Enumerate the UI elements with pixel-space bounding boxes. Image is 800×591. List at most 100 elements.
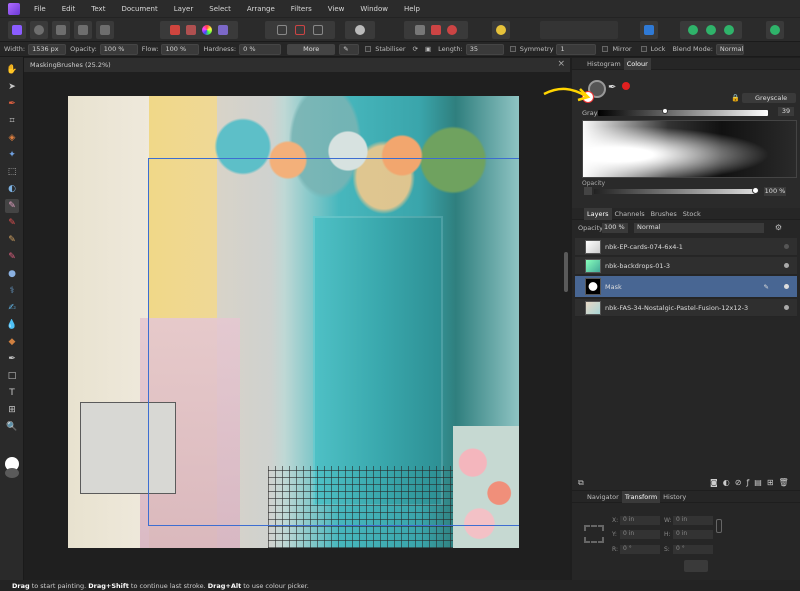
affinity-photo-logo-icon[interactable]	[8, 2, 20, 15]
hardness-field[interactable]: 0 %	[239, 43, 282, 55]
layer-action-buttons[interactable]: ◙◐⊘ƒ▤⊞🗑	[710, 478, 794, 487]
layer-row[interactable]: nbk-FAS-34-Nostalgic-Pastel-Fusion-12x12…	[575, 299, 797, 317]
text-tool-icon[interactable]: T	[5, 386, 19, 400]
h-field[interactable]: 0 in	[673, 530, 713, 539]
menu-document[interactable]: Document	[113, 5, 165, 13]
layer-row[interactable]: nbk-EP-cards-074-6x4-1	[575, 238, 797, 256]
liquify-persona-button[interactable]	[30, 21, 48, 39]
layers-blend-dropdown[interactable]: Normal	[634, 223, 764, 233]
arrange-buttons-group[interactable]	[540, 21, 618, 39]
secondary-colour-swatch[interactable]	[5, 468, 19, 478]
layer-visibility-dot[interactable]	[784, 305, 789, 310]
menu-view[interactable]: View	[320, 5, 353, 13]
account-button[interactable]	[766, 21, 784, 39]
layer-visibility-dot[interactable]	[784, 263, 789, 268]
layer-options-icon[interactable]: ⧉	[578, 478, 584, 488]
crop-tool-icon[interactable]: ⌗	[5, 114, 19, 128]
layers-opacity-field[interactable]: 100 %	[602, 223, 628, 233]
mirror-checkbox[interactable]	[602, 46, 609, 52]
move-tool-icon[interactable]: ➤	[5, 80, 19, 94]
y-field[interactable]: 0 in	[620, 530, 660, 539]
layer-visibility-dot[interactable]	[784, 284, 789, 289]
canvas-area[interactable]	[24, 72, 570, 580]
grey-picker-area[interactable]	[582, 120, 797, 178]
width-field[interactable]: 1536 px	[28, 43, 67, 55]
rope-mode-icon[interactable]: ⟳	[413, 45, 418, 53]
artwork-canvas[interactable]	[68, 96, 519, 548]
colour-opacity-knob[interactable]	[752, 187, 759, 194]
snapping-buttons-group[interactable]	[404, 21, 468, 39]
r-field[interactable]: 0 °	[620, 545, 660, 554]
live-filter-icon[interactable]: ⊘	[735, 478, 747, 487]
insert-target-button[interactable]	[640, 21, 658, 39]
tab-history[interactable]: History	[660, 493, 689, 501]
tab-navigator[interactable]: Navigator	[584, 493, 622, 501]
brush-preset-button[interactable]: ✎	[339, 43, 360, 55]
document-tab[interactable]: MaskingBrushes (25.2%) ×	[24, 58, 570, 72]
assistant-button[interactable]	[492, 21, 510, 39]
clone-brush-tool-icon[interactable]: ✎	[5, 250, 19, 264]
layer-row-selected[interactable]: Mask ✎	[575, 276, 797, 298]
colour-opacity-field[interactable]: 100 %	[764, 187, 786, 196]
studio-buttons-group[interactable]	[680, 21, 742, 39]
flood-select-tool-icon[interactable]: ✦	[5, 148, 19, 162]
layer-visibility-dot[interactable]	[784, 244, 789, 249]
tab-channels[interactable]: Channels	[612, 210, 648, 218]
paint-brush-tool-icon[interactable]: ✎	[5, 199, 19, 213]
delete-layer-icon[interactable]: 🗑	[779, 478, 794, 487]
gray-slider[interactable]	[598, 108, 768, 116]
transform-options-button[interactable]	[684, 560, 708, 572]
length-field[interactable]: 35	[465, 43, 504, 55]
adjustment-buttons-group[interactable]	[160, 21, 238, 39]
export-persona-button[interactable]	[96, 21, 114, 39]
gray-value-field[interactable]: 39	[778, 107, 794, 116]
layers-settings-gear-icon[interactable]: ⚙	[775, 223, 782, 232]
mesh-warp-tool-icon[interactable]: ⊞	[5, 403, 19, 417]
gray-slider-knob[interactable]	[661, 108, 668, 114]
tab-layers[interactable]: Layers	[584, 207, 612, 220]
menu-filters[interactable]: Filters	[283, 5, 320, 13]
w-field[interactable]: 0 in	[673, 516, 713, 525]
s-field[interactable]: 0 °	[673, 545, 713, 554]
layer-row[interactable]: nbk-backdrops-01-3	[575, 257, 797, 275]
colour-picker-tool-icon[interactable]: ✒	[5, 97, 19, 111]
tab-colour[interactable]: Colour	[623, 57, 651, 70]
pen-tool-icon[interactable]: ✒	[5, 352, 19, 366]
x-field[interactable]: 0 in	[620, 516, 660, 525]
tab-histogram[interactable]: Histogram	[584, 60, 624, 68]
menu-arrange[interactable]: Arrange	[239, 5, 283, 13]
colour-opacity-slider[interactable]	[594, 187, 759, 194]
menu-file[interactable]: File	[26, 5, 54, 13]
symmetry-count-field[interactable]: 1	[556, 43, 597, 55]
more-button[interactable]: More	[287, 43, 336, 55]
colour-picker-icon[interactable]: ✒	[608, 82, 616, 93]
selection-mode-dropdown[interactable]	[345, 21, 375, 39]
link-aspect-icon[interactable]	[716, 519, 722, 533]
canvas-vertical-scrollbar[interactable]	[564, 252, 568, 292]
red-eye-tool-icon[interactable]: 💧	[5, 318, 19, 332]
menu-text[interactable]: Text	[83, 5, 113, 13]
stabiliser-checkbox[interactable]	[365, 46, 372, 52]
healing-brush-tool-icon[interactable]: ⚕	[5, 284, 19, 298]
flood-fill-tool-icon[interactable]: ◐	[5, 182, 19, 196]
gradient-tool-icon[interactable]: ◆	[5, 335, 19, 349]
adjustment-layer-icon[interactable]: ◐	[723, 478, 735, 487]
mask-layer-icon[interactable]: ◙	[710, 478, 723, 487]
menu-select[interactable]: Select	[201, 5, 239, 13]
develop-persona-button[interactable]	[52, 21, 70, 39]
tab-stock[interactable]: Stock	[680, 210, 704, 218]
colour-mode-dropdown[interactable]: Greyscale	[742, 93, 796, 103]
selection-brush-tool-icon[interactable]: ◈	[5, 131, 19, 145]
group-layer-icon[interactable]: ▤	[754, 478, 767, 487]
marquee-tool-icon[interactable]: ⬚	[5, 165, 19, 179]
tab-brushes[interactable]: Brushes	[648, 210, 680, 218]
zoom-tool-icon[interactable]: 🔍	[5, 420, 19, 434]
menu-edit[interactable]: Edit	[54, 5, 84, 13]
rectangle-tool-icon[interactable]: □	[5, 369, 19, 383]
flow-field[interactable]: 100 %	[161, 43, 200, 55]
menu-window[interactable]: Window	[352, 5, 396, 13]
symmetry-checkbox[interactable]	[509, 46, 516, 52]
lock-checkbox[interactable]	[640, 46, 647, 52]
erase-brush-tool-icon[interactable]: ✎	[5, 216, 19, 230]
tone-mapping-persona-button[interactable]	[74, 21, 92, 39]
